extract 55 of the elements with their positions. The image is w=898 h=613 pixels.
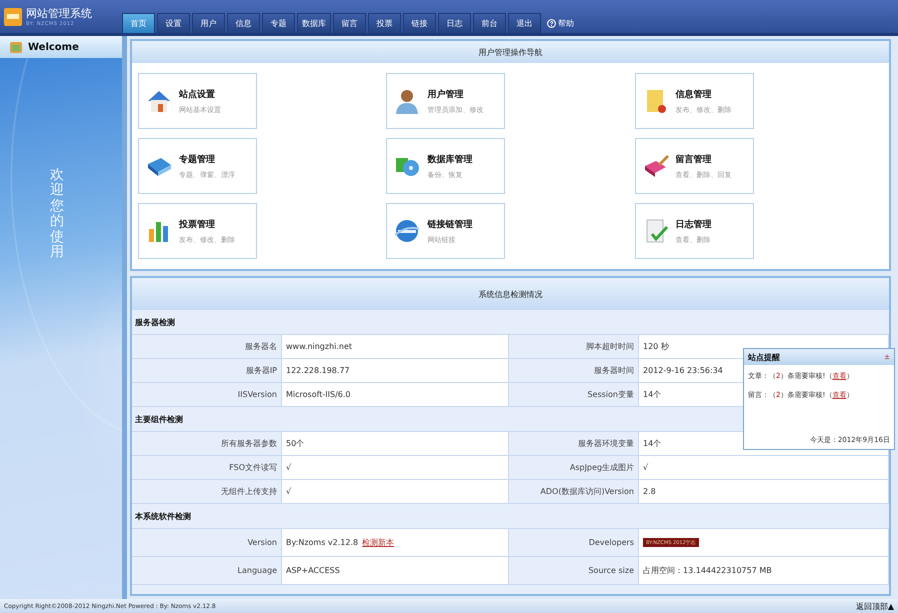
sidebar-title: Welcome xyxy=(28,42,79,52)
nav-tab[interactable]: 日志 xyxy=(438,13,471,33)
nav-tab[interactable]: 专题 xyxy=(262,13,295,33)
nav-tab[interactable]: 数据库 xyxy=(297,13,331,33)
back-to-top-link[interactable]: 返回顶部▲ xyxy=(856,600,894,612)
logo-icon xyxy=(4,8,22,26)
nav-tab[interactable]: 留言 xyxy=(333,13,366,33)
table-cell: 占用空间：13.144422310757 MB xyxy=(643,565,772,576)
table-cell: √ xyxy=(286,487,292,496)
check-version-link[interactable]: 检测新本 xyxy=(362,537,394,548)
app-title: 网站管理系统 xyxy=(26,6,92,21)
table-cell: ADO(数据库访问)Version xyxy=(509,480,639,504)
nav-tab[interactable]: 退出 xyxy=(508,13,541,33)
table-cell: 服务器IP xyxy=(132,359,282,383)
table-cell: 122.228.198.77 xyxy=(286,366,350,375)
table-cell: 50个 xyxy=(286,438,304,449)
table-cell: 2012-9-16 23:56:34 xyxy=(643,366,723,375)
table-cell: √ xyxy=(286,463,292,472)
table-cell: 2.8 xyxy=(643,487,656,496)
nav-tab[interactable]: 用户 xyxy=(192,13,225,33)
table-cell: Session变量 xyxy=(509,383,639,407)
table-cell: ASP+ACCESS xyxy=(286,566,340,575)
nav-tab[interactable]: 前台 xyxy=(473,13,506,33)
table-cell: 所有服务器参数 xyxy=(132,432,282,456)
table-cell: Language xyxy=(132,557,282,585)
picture-frame-icon xyxy=(10,42,22,52)
welcome-text: 欢迎您的使用 xyxy=(50,168,64,260)
nav-tab[interactable]: 设置 xyxy=(157,13,190,33)
globe-icon xyxy=(393,217,422,245)
table-cell: 脚本超时时间 xyxy=(509,335,639,359)
table-cell: √ xyxy=(643,463,648,472)
table-cell: www.ningzhi.net xyxy=(286,342,352,351)
help-icon xyxy=(547,18,556,28)
table-cell: 服务器名 xyxy=(132,335,282,359)
nav-tab[interactable]: 信息 xyxy=(227,13,260,33)
table-cell: IISVersion xyxy=(132,383,282,407)
table-cell: Microsoft-IIS/6.0 xyxy=(286,390,351,399)
nav-tab[interactable]: 链接 xyxy=(403,13,436,33)
table-cell: Developers xyxy=(509,529,639,557)
table-cell: By:Nzoms v2.12.8 xyxy=(286,538,358,547)
panel-title: 系统信息检测情况 xyxy=(478,288,542,300)
table-cell: AspJpeg生成图片 xyxy=(509,456,639,480)
panel-title: 用户管理操作导航 xyxy=(478,46,542,58)
table-cell: 无组件上传支持 xyxy=(132,480,282,504)
nav-tab[interactable]: 投票 xyxy=(368,13,401,33)
popup-title: 站点提醒 xyxy=(748,352,780,362)
table-cell: 120 秒 xyxy=(643,341,669,352)
table-cell: 服务器环境变量 xyxy=(509,432,639,456)
table-cell: Version xyxy=(132,529,282,557)
table-cell: 14个 xyxy=(643,438,662,449)
table-cell: 服务器时间 xyxy=(509,359,639,383)
help-link[interactable]: 帮助 xyxy=(543,13,578,33)
table-cell: 14个 xyxy=(643,389,662,400)
table-cell: FSO文件读写 xyxy=(132,456,282,480)
table-cell: Source size xyxy=(509,557,639,585)
